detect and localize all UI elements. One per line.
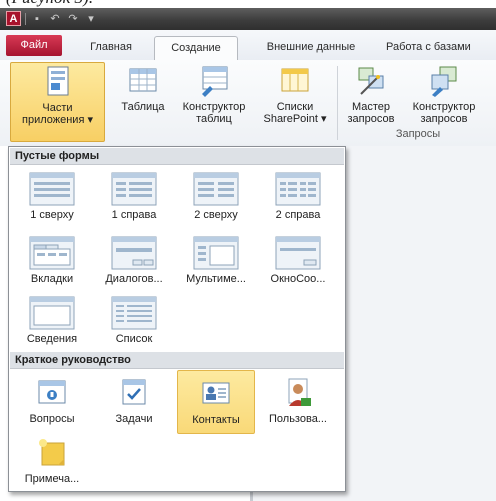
quick-access-toolbar: A ▪ ↶ ↷ ▾: [6, 11, 98, 26]
application-parts-label-2: приложения ▾: [22, 114, 93, 126]
query-design-label-2: запросов: [420, 113, 468, 125]
customize-qat-icon[interactable]: ▾: [84, 12, 98, 26]
gallery-item-label: Примеча...: [24, 473, 80, 485]
tab-create[interactable]: Создание: [154, 36, 238, 61]
form-details-icon: [29, 296, 75, 330]
redo-icon[interactable]: ↷: [66, 12, 80, 26]
table-icon: [129, 68, 157, 92]
table-design-label-1: Конструктор: [182, 101, 246, 113]
sharepoint-lists-label-1: Списки: [276, 101, 314, 113]
table-design-button[interactable]: Конструктор таблиц: [172, 62, 256, 125]
sharepoint-lists-icon: [281, 68, 309, 92]
query-wizard-button[interactable]: Мастер запросов: [342, 62, 400, 125]
gallery-item-label: Пользова...: [269, 413, 327, 425]
comments-icon: [39, 439, 65, 466]
query-wizard-label-1: Мастер: [351, 101, 391, 113]
gallery-item-label: Задачи: [115, 413, 153, 425]
form-2-top-icon: [193, 172, 239, 206]
form-1-top-icon: [29, 172, 75, 206]
blank-form-tabs[interactable]: Вкладки: [13, 230, 91, 294]
gallery-item-label: Сведения: [26, 333, 78, 345]
gallery-item-label: 1 сверху: [30, 209, 74, 221]
queries-group-label: Запросы: [395, 128, 441, 140]
blank-form-list[interactable]: Список: [95, 290, 173, 354]
query-design-icon: [431, 66, 457, 97]
query-wizard-icon: [358, 67, 384, 95]
issues-icon: [38, 380, 66, 404]
blank-form-details[interactable]: Сведения: [13, 290, 91, 354]
quick-start-contacts[interactable]: Контакты: [177, 370, 255, 434]
table-label: Таблица: [121, 101, 165, 113]
blank-form-message-box[interactable]: ОкноСоо...: [259, 230, 337, 294]
form-2-right-icon: [275, 172, 321, 206]
quick-start-users[interactable]: Пользова...: [259, 370, 337, 434]
application-parts-icon: [47, 66, 68, 96]
query-design-button[interactable]: Конструктор запросов: [404, 62, 484, 125]
sharepoint-lists-label-2: SharePoint ▾: [263, 113, 327, 125]
tasks-icon: [122, 379, 146, 405]
query-wizard-label-2: запросов: [347, 113, 395, 125]
gallery-item-label: 1 справа: [111, 209, 157, 221]
table-design-label-2: таблиц: [196, 113, 232, 125]
application-parts-label-1: Части: [42, 102, 73, 114]
form-tabs-icon: [29, 236, 75, 270]
blank-form-1-right[interactable]: 1 справа: [95, 166, 173, 230]
form-1-right-icon: [111, 172, 157, 206]
sharepoint-lists-button[interactable]: Списки SharePoint ▾: [256, 62, 334, 125]
undo-icon[interactable]: ↶: [48, 12, 62, 26]
access-logo-icon: A: [6, 11, 21, 26]
application-parts-button[interactable]: Части приложения ▾: [10, 62, 105, 142]
gallery-item-label: 2 сверху: [194, 209, 238, 221]
tab-database-tools[interactable]: Работа с базами: [386, 36, 496, 60]
gallery-item-label: ОкноСоо...: [270, 273, 326, 285]
gallery-item-label: Вопросы: [29, 413, 75, 425]
quick-start-header: Краткое руководство: [10, 352, 344, 369]
save-icon[interactable]: ▪: [30, 12, 44, 26]
tab-home[interactable]: Главная: [80, 36, 142, 60]
gallery-item-label: Контакты: [192, 414, 240, 426]
form-dialog-icon: [111, 236, 157, 270]
application-parts-gallery: Пустые формы 1 сверху 1 справа 2 сверху: [8, 146, 346, 492]
gallery-item-label: Вкладки: [30, 273, 74, 285]
gallery-item-label: 2 справа: [275, 209, 321, 221]
blank-form-media[interactable]: Мультиме...: [177, 230, 255, 294]
ribbon-tabs: Файл Главная Создание Внешние данные Раб…: [0, 30, 496, 61]
users-icon: [288, 378, 311, 406]
quick-start-tasks[interactable]: Задачи: [95, 370, 173, 434]
document-caption: (Рисунок 3).: [6, 0, 93, 8]
table-button[interactable]: Таблица: [116, 62, 170, 113]
table-design-icon: [202, 66, 228, 97]
blank-form-2-right[interactable]: 2 справа: [259, 166, 337, 230]
blank-form-dialog[interactable]: Диалогов...: [95, 230, 173, 294]
form-media-icon: [193, 236, 239, 270]
blank-forms-header: Пустые формы: [10, 148, 344, 165]
quick-start-comments[interactable]: Примеча...: [13, 430, 91, 494]
title-bar: A ▪ ↶ ↷ ▾: [0, 8, 496, 30]
gallery-item-label: Диалогов...: [105, 273, 163, 285]
blank-form-1-top[interactable]: 1 сверху: [13, 166, 91, 230]
tab-file[interactable]: Файл: [6, 35, 62, 56]
qat-separator: [25, 12, 26, 25]
tab-external-data[interactable]: Внешние данные: [252, 36, 370, 60]
form-message-box-icon: [275, 236, 321, 270]
gallery-item-label: Список: [115, 333, 153, 345]
form-list-icon: [111, 296, 157, 330]
blank-form-2-top[interactable]: 2 сверху: [177, 166, 255, 230]
gallery-item-label: Мультиме...: [186, 273, 246, 285]
contacts-icon: [202, 382, 230, 404]
ribbon-separator: [337, 66, 338, 140]
query-design-label-1: Конструктор: [412, 101, 476, 113]
quick-start-issues[interactable]: Вопросы: [13, 370, 91, 434]
ribbon-panel: Части приложения ▾ Таблица Конструктор т…: [0, 60, 496, 147]
